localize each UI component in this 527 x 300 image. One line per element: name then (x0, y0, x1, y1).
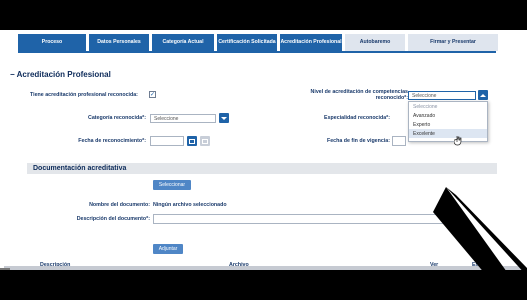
tab-datos-personales[interactable]: Datos Personales (89, 34, 149, 51)
chevron-up-icon (480, 93, 486, 97)
categoria-select[interactable]: Seleccione (150, 114, 216, 123)
especialidad-label: Especialidad reconocida*: (324, 115, 390, 121)
tab-bar: Proceso Datos Personales Categoría Actua… (18, 34, 498, 51)
tab-certificacion-solicitada[interactable]: Certificación Solicitada (217, 34, 277, 51)
dropdown-option-highlighted[interactable]: Excelente (409, 129, 487, 138)
tab-firmar-presentar[interactable]: Firmar y Presentar (408, 34, 498, 51)
tiene-acreditacion-checkbox[interactable]: ✓ (149, 91, 156, 98)
tab-proceso[interactable]: Proceso (18, 34, 86, 51)
chevron-down-icon (221, 116, 227, 120)
dropdown-option[interactable]: Seleccione (409, 102, 487, 111)
tiene-acreditacion-label: Tiene acreditación profesional reconocid… (30, 92, 138, 98)
nivel-label: Nivel de acreditación de competencias re… (300, 89, 408, 101)
categoria-label: Categoría reconocida*: (88, 115, 146, 121)
fecha-fin-label: Fecha de fin de vigencia: (327, 138, 390, 144)
nombre-documento-value: Ningún archivo seleccionado (153, 202, 227, 208)
nombre-documento-label: Nombre del documento: (89, 202, 150, 208)
categoria-select-button[interactable] (219, 113, 229, 123)
section-title[interactable]: − Acreditación Profesional (10, 70, 111, 79)
descripcion-documento-input[interactable] (153, 214, 453, 224)
tab-categoria-actual[interactable]: Categoría Actual (152, 34, 214, 51)
dropdown-option[interactable]: Avanzado (409, 111, 487, 120)
nivel-label-line2: reconocido*: (375, 95, 408, 101)
fecha-reconocimiento-label: Fecha de reconocimiento*: (78, 138, 146, 144)
tab-acreditacion-profesional[interactable]: Acreditación Profesional (280, 34, 342, 51)
documentacion-header: Documentación acreditativa (27, 163, 497, 174)
fecha-fin-input[interactable] (392, 136, 406, 146)
app-screen: Proceso Datos Personales Categoría Actua… (0, 30, 527, 270)
seleccionar-button[interactable]: Seleccionar (153, 180, 191, 190)
calendar-icon[interactable] (187, 136, 197, 146)
dropdown-option[interactable]: Experto (409, 120, 487, 129)
hand-cursor-icon (454, 136, 462, 146)
nivel-select-button[interactable] (478, 90, 488, 100)
descripcion-documento-label: Descripción del documento*: (76, 216, 150, 222)
nivel-dropdown: Seleccione Avanzado Experto Excelente (408, 101, 488, 142)
calendar-disabled-icon[interactable] (200, 136, 210, 146)
fecha-reconocimiento-input[interactable] (150, 136, 184, 146)
tab-autobaremo[interactable]: Autobaremo (345, 34, 405, 51)
adjuntar-button[interactable]: Adjuntar (153, 244, 183, 254)
scroll-corner (0, 268, 10, 270)
tab-underline (18, 51, 496, 53)
horizontal-scrollbar[interactable] (4, 266, 522, 270)
nivel-select[interactable]: Seleccione (408, 91, 476, 100)
